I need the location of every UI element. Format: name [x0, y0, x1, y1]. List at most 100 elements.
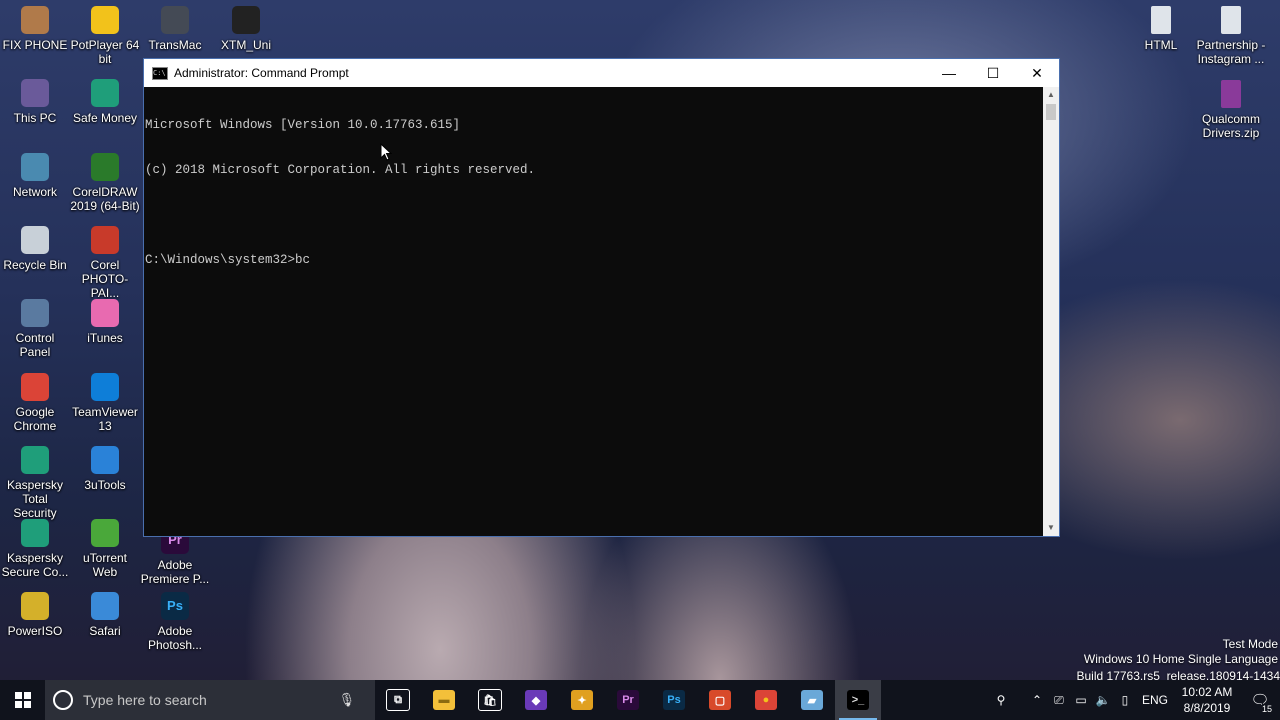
desktop-icon[interactable]: Control Panel — [0, 299, 70, 359]
desktop-icon-label: TeamViewer 13 — [72, 404, 138, 433]
action-icon[interactable]: ⎚ — [1048, 693, 1070, 708]
desktop-icon[interactable]: Qualcomm Drivers.zip — [1196, 80, 1266, 140]
desktop-icon[interactable]: CorelDRAW 2019 (64-Bit) — [70, 152, 140, 213]
chrome-icon — [21, 372, 49, 401]
search-placeholder: Type here to search — [83, 692, 207, 708]
desktop-icon[interactable]: This PC — [0, 79, 70, 125]
desktop-icon[interactable]: XTM_Uni — [211, 6, 281, 52]
desktop-icon[interactable]: Kaspersky Total Security — [0, 445, 70, 520]
console-output[interactable]: Microsoft Windows [Version 10.0.17763.61… — [144, 87, 1043, 536]
desktop-icon-label: Safe Money — [72, 111, 138, 126]
network-status-icon[interactable]: ▭ — [1070, 693, 1092, 707]
desktop-icon-label: XTM_Uni — [220, 38, 271, 52]
desktop-icon[interactable]: Safe Money — [70, 79, 140, 125]
windows-logo-icon — [14, 692, 31, 708]
close-button[interactable]: ✕ — [1015, 59, 1059, 87]
action-center-button[interactable]: 🗨 15 — [1240, 680, 1280, 720]
phone-icon — [21, 6, 49, 34]
battery-icon[interactable]: ▯ — [1114, 693, 1136, 707]
taskbar-app-app-red[interactable]: ▢ — [697, 680, 743, 720]
desktop-icon[interactable]: Corel PHOTO-PAI... — [70, 225, 140, 300]
taskbar-app-app-glass[interactable]: ▰ — [789, 680, 835, 720]
desktop-icon[interactable]: Recycle Bin — [0, 225, 70, 272]
task-view-icon: ⧉ — [386, 689, 410, 711]
desktop-icon-label: uTorrent Web — [82, 551, 128, 580]
transmac-icon — [161, 6, 189, 34]
taskbar-app-store[interactable]: 🛍 — [467, 680, 513, 720]
scroll-down-icon[interactable]: ▼ — [1043, 520, 1059, 536]
premiere-icon: Pr — [617, 690, 639, 710]
watermark-edition: Windows 10 Home Single Language — [1083, 652, 1278, 666]
people-icon[interactable]: ⚲ — [990, 693, 1012, 707]
desktop-icon-label: Partnership - Instagram ... — [1196, 38, 1266, 66]
desktop-icon[interactable]: 3uTools — [70, 445, 140, 492]
utorrent-icon — [91, 519, 119, 548]
taskbar-app-premiere[interactable]: Pr — [605, 680, 651, 720]
taskbar-app-xampp[interactable]: ✦ — [559, 680, 605, 720]
desktop-icon-label: Google Chrome — [13, 404, 57, 433]
taskbar-app-cmd[interactable]: >_ — [835, 680, 881, 720]
maximize-button[interactable]: ☐ — [971, 59, 1015, 87]
photoshop-icon: Ps — [161, 592, 189, 620]
command-prompt-window[interactable]: C:\ Administrator: Command Prompt — ☐ ✕ … — [143, 58, 1060, 537]
console-line: (c) 2018 Microsoft Corporation. All righ… — [145, 163, 536, 177]
microphone-icon[interactable]: 🎙 — [338, 692, 355, 708]
chrome-icon: ● — [755, 690, 777, 710]
desktop-icon[interactable]: TeamViewer 13 — [70, 372, 140, 433]
start-button[interactable] — [0, 680, 45, 720]
desktop-icon[interactable]: Ps Adobe Photosh... — [140, 592, 210, 652]
desktop-icon[interactable]: Google Chrome — [0, 372, 70, 433]
desktop-icon-label: FIX PHONE — [2, 38, 68, 52]
zip-archive-icon — [1221, 80, 1241, 108]
taskbar-search-box[interactable]: Type here to search 🎙 — [45, 680, 375, 720]
desktop-icon[interactable]: FIX PHONE — [0, 6, 70, 52]
taskbar: Type here to search 🎙 ⧉ ▬ 🛍 ◆ ✦ Pr Ps ▢ ● ▰ >_ ⚲ ⌃… — [0, 680, 1280, 720]
poweriso-icon — [21, 592, 49, 621]
cmd-icon: >_ — [847, 690, 869, 710]
desktop-icon-label: Kaspersky Secure Co... — [1, 551, 69, 580]
desktop-icon-label: Safari — [89, 624, 121, 639]
html-file-icon — [1151, 6, 1171, 34]
desktop-icon-label: Network — [12, 184, 57, 199]
desktop-icon[interactable]: HTML — [1126, 6, 1196, 52]
taskbar-app-visual-studio[interactable]: ◆ — [513, 680, 559, 720]
show-hidden-icons-chevron-icon[interactable]: ⌃ — [1026, 693, 1048, 707]
input-language[interactable]: ENG — [1142, 693, 1168, 707]
scroll-thumb[interactable] — [1046, 104, 1056, 120]
desktop-icon[interactable]: Network — [0, 152, 70, 199]
desktop-icon-label: CorelDRAW 2019 (64-Bit) — [70, 184, 140, 213]
taskbar-app-task-view[interactable]: ⧉ — [375, 680, 421, 720]
window-title: Administrator: Command Prompt — [174, 66, 349, 80]
control-panel-icon — [21, 299, 49, 328]
desktop-icon-label: HTML — [1144, 38, 1178, 52]
potplayer-icon — [91, 6, 119, 34]
taskbar-app-file-explorer[interactable]: ▬ — [421, 680, 467, 720]
desktop-icon-label: PowerISO — [7, 624, 63, 639]
desktop-icon-label: Control Panel — [15, 331, 55, 360]
taskbar-app-photoshop[interactable]: Ps — [651, 680, 697, 720]
document-icon — [1221, 6, 1241, 34]
desktop-icon-label: iTunes — [87, 331, 123, 346]
desktop-icon[interactable]: PowerISO — [0, 592, 70, 638]
corel-photopaint-icon — [91, 225, 119, 254]
minimize-button[interactable]: — — [927, 59, 971, 87]
desktop-icon[interactable]: uTorrent Web — [70, 519, 140, 579]
desktop-icon[interactable]: Safari — [70, 592, 140, 638]
vertical-scrollbar[interactable]: ▲ ▼ — [1043, 87, 1059, 536]
system-tray: ⚲ ⌃ ⎚ ▭ 🔈 ▯ ENG 10:02 AM 8/8/2019 🗨 15 — [990, 680, 1280, 720]
desktop-icon[interactable]: PotPlayer 64 bit — [70, 6, 140, 66]
cortana-icon — [53, 690, 73, 710]
volume-icon[interactable]: 🔈 — [1092, 693, 1114, 707]
taskbar-app-chrome[interactable]: ● — [743, 680, 789, 720]
desktop-icon[interactable]: Kaspersky Secure Co... — [0, 519, 70, 579]
safari-icon — [91, 592, 119, 621]
xtm-icon — [232, 6, 260, 34]
window-title-bar[interactable]: C:\ Administrator: Command Prompt — ☐ ✕ — [144, 59, 1059, 87]
teamviewer-icon — [91, 372, 119, 401]
scroll-up-icon[interactable]: ▲ — [1043, 87, 1059, 103]
clock[interactable]: 10:02 AM 8/8/2019 — [1174, 684, 1240, 716]
desktop-icon[interactable]: Partnership - Instagram ... — [1196, 6, 1266, 66]
desktop-icon[interactable]: iTunes — [70, 299, 140, 345]
desktop-icon[interactable]: TransMac — [140, 6, 210, 52]
safe-money-icon — [91, 79, 119, 108]
